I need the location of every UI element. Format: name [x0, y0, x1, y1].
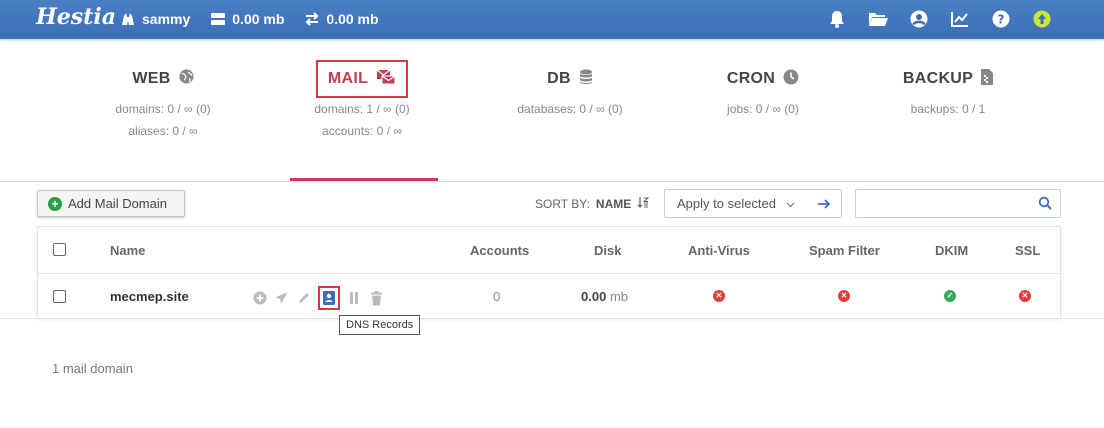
select-all-checkbox[interactable]: [53, 243, 66, 256]
tab-stat: domains: 1 / ∞ (0): [314, 102, 410, 116]
bandwidth-usage: 0.00 mb: [326, 11, 379, 27]
accounts-count: 0: [493, 289, 501, 304]
column-ssl: SSL: [1015, 243, 1041, 258]
domain-name[interactable]: mecmep.site: [110, 289, 189, 304]
tab-stat: databases: 0 / ∞ (0): [517, 102, 623, 116]
apply-label: Apply to selected: [677, 196, 777, 211]
tab-stat: accounts: 0 / ∞: [322, 124, 402, 138]
file-icon: [981, 68, 994, 90]
notifications-icon[interactable]: [827, 9, 847, 29]
hestia-logo[interactable]: Hestia: [36, 4, 116, 30]
chevron-down-icon: [786, 196, 795, 211]
globe-icon: [179, 69, 194, 89]
tab-cron[interactable]: CRON jobs: 0 / ∞ (0): [688, 60, 838, 120]
search-input[interactable]: [855, 189, 1061, 218]
tab-title: MAIL: [327, 70, 369, 87]
sort-value: NAME: [595, 196, 632, 211]
tab-db[interactable]: DB databases: 0 / ∞ (0): [495, 60, 645, 120]
stats-icon[interactable]: [950, 9, 970, 29]
bulk-action-select[interactable]: Apply to selected: [664, 189, 842, 218]
disk-usage-cell: 0.00 mb: [581, 289, 628, 304]
tab-mail[interactable]: MAIL domains: 1 / ∞ (0) accounts: 0 / ∞: [282, 60, 442, 142]
mail-icon: [376, 69, 396, 90]
trash-icon[interactable]: [368, 290, 384, 306]
tab-stat: aliases: 0 / ∞: [128, 124, 198, 138]
add-mail-domain-button[interactable]: + Add Mail Domain: [37, 190, 185, 217]
tab-web[interactable]: WEB domains: 0 / ∞ (0) aliases: 0 / ∞: [90, 60, 236, 142]
tab-title: WEB: [132, 70, 171, 87]
database-icon: [579, 69, 593, 90]
row-actions: [252, 286, 384, 310]
clock-icon: [783, 69, 799, 90]
bandwidth-icon: [304, 11, 320, 27]
tab-backup[interactable]: BACKUP backups: 0 / 1: [868, 60, 1028, 120]
account-icon[interactable]: [909, 9, 929, 29]
send-icon[interactable]: [274, 290, 290, 306]
top-icons: ?: [827, 9, 1052, 29]
domain-count: 1 mail domain: [52, 361, 133, 376]
search-icon[interactable]: [1038, 196, 1052, 215]
svg-text:?: ?: [998, 13, 1005, 27]
disk-value: 0.00: [581, 289, 607, 304]
dns-records-icon[interactable]: [318, 286, 340, 310]
column-accounts: Accounts: [470, 243, 530, 258]
edit-icon[interactable]: [296, 290, 312, 306]
top-bar: Hestia sammy 0.00 mb 0.00 mb ?: [0, 0, 1104, 39]
sort-order-icon: [637, 196, 650, 211]
tab-stat: backups: 0 / 1: [910, 102, 986, 116]
table-header: Name Accounts Disk Anti-Virus Spam Filte…: [38, 227, 1060, 274]
column-name[interactable]: Name: [110, 243, 145, 258]
ssl-off-icon: ✕: [1019, 290, 1031, 302]
tab-title: CRON: [726, 70, 776, 87]
disk-usage: 0.00 mb: [232, 11, 285, 27]
folder-icon[interactable]: [868, 9, 888, 29]
add-account-icon[interactable]: [252, 290, 268, 306]
row-checkbox[interactable]: [53, 290, 66, 303]
tab-stat: jobs: 0 / ∞ (0): [727, 102, 799, 116]
sort-label: SORT BY:: [535, 196, 590, 211]
table-row[interactable]: mecmep.site 0 0.00 mb ✕ ✕ ✓ ✕: [38, 275, 1060, 319]
mail-domains-table: Name Accounts Disk Anti-Virus Spam Filte…: [37, 226, 1061, 319]
tab-stat: domains: 0 / ∞ (0): [115, 102, 211, 116]
column-disk: Disk: [594, 243, 622, 258]
apply-button[interactable]: [807, 198, 841, 210]
user-info: sammy 0.00 mb 0.00 mb: [120, 11, 379, 27]
antivirus-off-icon: ✕: [713, 290, 725, 302]
tooltip: DNS Records: [339, 315, 421, 335]
divider: [0, 318, 1104, 319]
divider: [0, 181, 1104, 182]
arrow-right-icon: [818, 198, 831, 209]
suspend-icon[interactable]: [346, 290, 362, 306]
sort-control[interactable]: SORT BY: NAME: [535, 196, 650, 211]
help-icon[interactable]: ?: [991, 9, 1011, 29]
tab-title: DB: [547, 70, 571, 87]
user-icon: [120, 11, 136, 27]
disk-unit: mb: [609, 289, 628, 304]
add-button-label: Add Mail Domain: [68, 196, 167, 211]
disk-icon: [210, 11, 226, 27]
plus-icon: +: [48, 196, 62, 211]
column-dkim: DKIM: [935, 243, 969, 258]
username[interactable]: sammy: [142, 11, 190, 27]
dkim-on-icon: ✓: [944, 290, 956, 302]
update-icon[interactable]: [1032, 9, 1052, 29]
spam-filter-off-icon: ✕: [838, 290, 850, 302]
column-anti-virus: Anti-Virus: [688, 243, 750, 258]
column-spam-filter: Spam Filter: [809, 243, 880, 258]
tab-title: BACKUP: [902, 70, 974, 87]
